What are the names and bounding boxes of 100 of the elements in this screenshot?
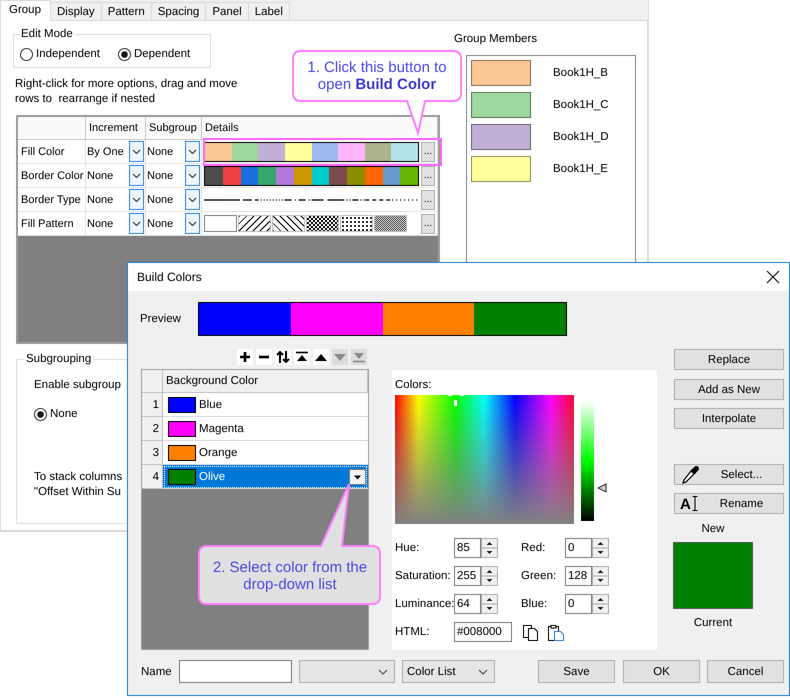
ellipsis-button[interactable]: ... — [421, 214, 435, 234]
action-button[interactable]: Replace — [674, 349, 784, 370]
row-number: 1 — [142, 393, 163, 417]
member-name[interactable]: Book1H_D — [553, 130, 609, 144]
cell-dropdown[interactable]: None — [87, 164, 144, 187]
dropdown[interactable]: Color List — [402, 660, 495, 683]
field-label: Hue: — [395, 541, 420, 555]
cell-dropdown[interactable]: None — [147, 140, 200, 163]
member-name[interactable]: Book1H_E — [553, 162, 608, 176]
cell-dropdown[interactable]: None — [147, 188, 200, 211]
hex-field[interactable]: #008000 — [454, 622, 512, 642]
cell-dropdown[interactable]: None — [147, 212, 200, 235]
number-field[interactable]: 0 — [565, 538, 592, 558]
number-field[interactable]: 64 — [454, 594, 481, 614]
picker-marker-icon[interactable] — [448, 395, 464, 406]
header-corner-cell — [142, 370, 163, 393]
chevron-down-icon[interactable] — [185, 213, 200, 234]
chevron-down-icon[interactable] — [185, 165, 200, 186]
dialog-button[interactable]: Cancel — [707, 660, 784, 683]
group-title: Subgrouping — [25, 352, 92, 366]
ellipsis-button[interactable]: ... — [421, 142, 435, 162]
option-label: Enable subgroup — [34, 378, 121, 392]
instruction-text: Right-click for more options, drag and move rows to rearrange if nested — [15, 77, 238, 107]
number-field[interactable]: 128 — [565, 566, 592, 586]
radio-icon[interactable] — [20, 48, 33, 60]
luminance-slider[interactable] — [581, 400, 607, 521]
eyedropper-icon — [680, 464, 700, 484]
color-spectrum[interactable] — [395, 395, 574, 524]
dialog-button[interactable]: Save — [538, 660, 615, 683]
cell-dropdown[interactable]: By One — [87, 140, 144, 163]
cell-dropdown[interactable]: None — [87, 188, 144, 211]
grid-row[interactable]: Magenta — [163, 417, 368, 441]
spinner-arrows-icon[interactable] — [592, 538, 609, 558]
chevron-down-icon[interactable] — [129, 213, 144, 234]
chevron-down-icon[interactable] — [129, 189, 144, 210]
copy-icon[interactable] — [522, 624, 539, 640]
number-field[interactable]: 255 — [454, 566, 481, 586]
action-button[interactable]: Interpolate — [674, 408, 784, 429]
action-button[interactable]: Select... — [674, 464, 784, 485]
paste-icon[interactable] — [547, 624, 565, 640]
chevron-down-icon[interactable] — [129, 141, 144, 162]
grid-row[interactable]: Orange — [163, 441, 368, 465]
spinner-arrows-icon[interactable] — [481, 566, 498, 586]
color-name: Olive — [199, 470, 226, 484]
radio-option[interactable]: None — [34, 407, 78, 421]
action-button[interactable]: Add as New — [674, 379, 784, 400]
spinner-arrows-icon[interactable] — [481, 538, 498, 558]
spinner-arrows-icon[interactable] — [592, 594, 609, 614]
cell-dropdown[interactable]: None — [87, 212, 144, 235]
group-title: Edit Mode — [20, 27, 74, 41]
member-name[interactable]: Book1H_B — [553, 66, 608, 80]
close-icon[interactable] — [766, 270, 780, 284]
radio-option[interactable]: Dependent — [118, 47, 190, 61]
tab[interactable]: Display — [50, 2, 102, 20]
up-down-arrows-icon[interactable] — [275, 349, 291, 365]
cell-dropdown[interactable]: None — [147, 164, 200, 187]
color-name: Orange — [199, 446, 238, 460]
number-field[interactable]: 0 — [565, 594, 592, 614]
row-label: Border Color — [18, 164, 86, 188]
column-header: Background Color — [163, 370, 368, 393]
triangle-up-icon[interactable] — [313, 349, 329, 365]
spinner-arrows-icon[interactable] — [481, 594, 498, 614]
grid-row[interactable]: Olive — [163, 465, 368, 489]
ellipsis-button[interactable]: ... — [421, 190, 435, 210]
spinner-arrows-icon[interactable] — [592, 566, 609, 586]
row-number: 3 — [142, 441, 163, 465]
pattern-swatch — [272, 215, 305, 232]
tab[interactable]: Group — [0, 0, 51, 21]
field-label: Luminance: — [395, 597, 454, 611]
tab[interactable]: Spacing — [150, 2, 206, 20]
minus-icon[interactable] — [256, 349, 272, 365]
callout-text: 2. Select color from the drop-down list — [212, 558, 368, 592]
pattern-swatch — [306, 215, 339, 232]
ellipsis-button[interactable]: ... — [421, 166, 435, 186]
chevron-down-icon[interactable] — [378, 668, 388, 674]
colors-label: Colors: — [395, 378, 432, 392]
section-title: Group Members — [454, 32, 538, 46]
field-label: Green: — [521, 569, 556, 583]
plus-icon[interactable] — [237, 349, 253, 365]
callout-text: 1. Click this button to open Build Color — [307, 59, 447, 93]
action-button[interactable]: A Rename — [674, 493, 784, 514]
radio-option[interactable]: Independent — [20, 47, 100, 61]
slider-thumb-icon[interactable] — [597, 483, 607, 494]
radio-icon[interactable] — [118, 48, 131, 60]
dialog-button[interactable]: OK — [623, 660, 700, 683]
tab[interactable]: Label — [248, 2, 290, 20]
member-name[interactable]: Book1H_C — [553, 98, 609, 112]
row-number: 4 — [142, 465, 163, 489]
grid-row[interactable]: Blue — [163, 393, 368, 417]
chevron-down-icon[interactable] — [185, 141, 200, 162]
name-field[interactable] — [179, 660, 292, 683]
chevron-down-icon[interactable] — [478, 668, 488, 674]
chevron-down-icon[interactable] — [129, 165, 144, 186]
radio-icon[interactable] — [34, 408, 47, 420]
move-to-top-icon[interactable] — [294, 349, 310, 365]
row-label: Fill Color — [18, 140, 86, 164]
pattern-swatch — [340, 215, 373, 232]
chevron-down-icon[interactable] — [185, 189, 200, 210]
number-field[interactable]: 85 — [454, 538, 481, 558]
new-label: New — [701, 522, 724, 536]
